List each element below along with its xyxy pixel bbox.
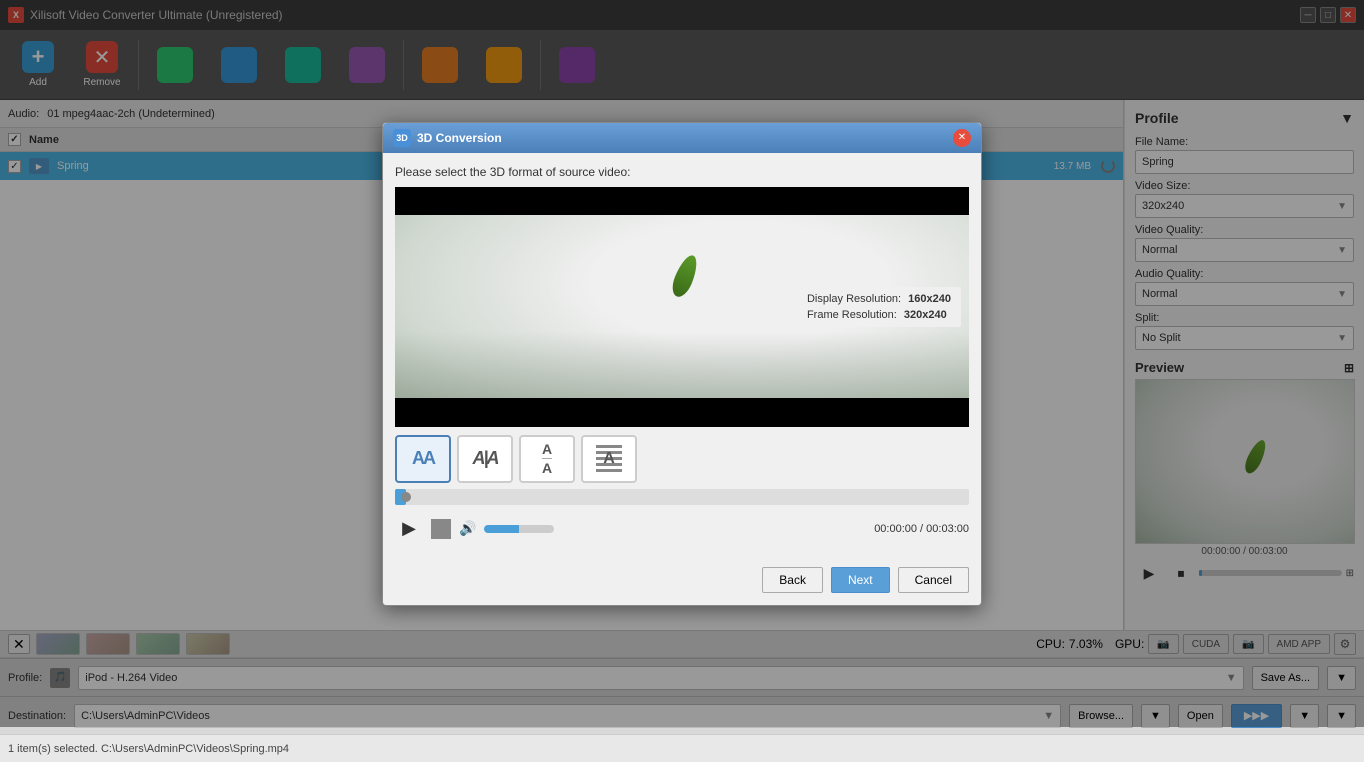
modal-close-button[interactable]: ✕: [953, 129, 971, 147]
next-button[interactable]: Next: [831, 567, 890, 593]
stop-button[interactable]: [431, 519, 451, 539]
time-display: 00:00:00 / 00:03:00: [874, 523, 969, 535]
frame-res-value: 320x240: [904, 309, 947, 321]
conversion-modal: 3D 3D Conversion ✕ Please select the 3D …: [382, 122, 982, 606]
cancel-button[interactable]: Cancel: [898, 567, 969, 593]
seek-bar[interactable]: [395, 489, 969, 505]
format-btn-side-by-side-lr[interactable]: AA: [395, 435, 451, 483]
resolution-overlay: Display Resolution: 160x240 Frame Resolu…: [797, 287, 961, 327]
play-button[interactable]: ▶: [395, 515, 423, 543]
modal-title: 3D Conversion: [417, 131, 502, 145]
format-btn-interleaved[interactable]: A: [581, 435, 637, 483]
modal-prompt: Please select the 3D format of source vi…: [395, 165, 969, 179]
modal-overlay: 3D 3D Conversion ✕ Please select the 3D …: [0, 0, 1364, 727]
seek-handle: [401, 492, 411, 502]
frame-res-label: Frame Resolution:: [807, 309, 897, 321]
format-btn-top-bottom[interactable]: A A: [519, 435, 575, 483]
volume-slider[interactable]: [484, 525, 554, 533]
display-res-value: 160x240: [908, 293, 951, 305]
status-text: 1 item(s) selected. C:\Users\AdminPC\Vid…: [8, 743, 289, 755]
status-bar: 1 item(s) selected. C:\Users\AdminPC\Vid…: [0, 734, 1364, 762]
volume-icon[interactable]: 🔊: [459, 520, 476, 537]
modal-footer: Back Next Cancel: [383, 559, 981, 605]
display-res-label: Display Resolution:: [807, 293, 901, 305]
modal-body: Please select the 3D format of source vi…: [383, 153, 981, 559]
letterbox-bottom: [395, 398, 969, 427]
modal-titlebar: 3D 3D Conversion ✕: [383, 123, 981, 153]
video-preview: Display Resolution: 160x240 Frame Resolu…: [395, 187, 969, 427]
format-buttons-row: AA A|A A A A: [395, 435, 969, 483]
modal-app-icon: 3D: [393, 129, 411, 147]
display-res-row: Display Resolution: 160x240: [807, 293, 951, 305]
playback-controls: ▶ 🔊 00:00:00 / 00:03:00: [395, 511, 969, 547]
letterbox-top: [395, 187, 969, 216]
frame-res-row: Frame Resolution: 320x240: [807, 309, 951, 321]
format-btn-side-by-side-rl[interactable]: A|A: [457, 435, 513, 483]
back-button[interactable]: Back: [762, 567, 823, 593]
